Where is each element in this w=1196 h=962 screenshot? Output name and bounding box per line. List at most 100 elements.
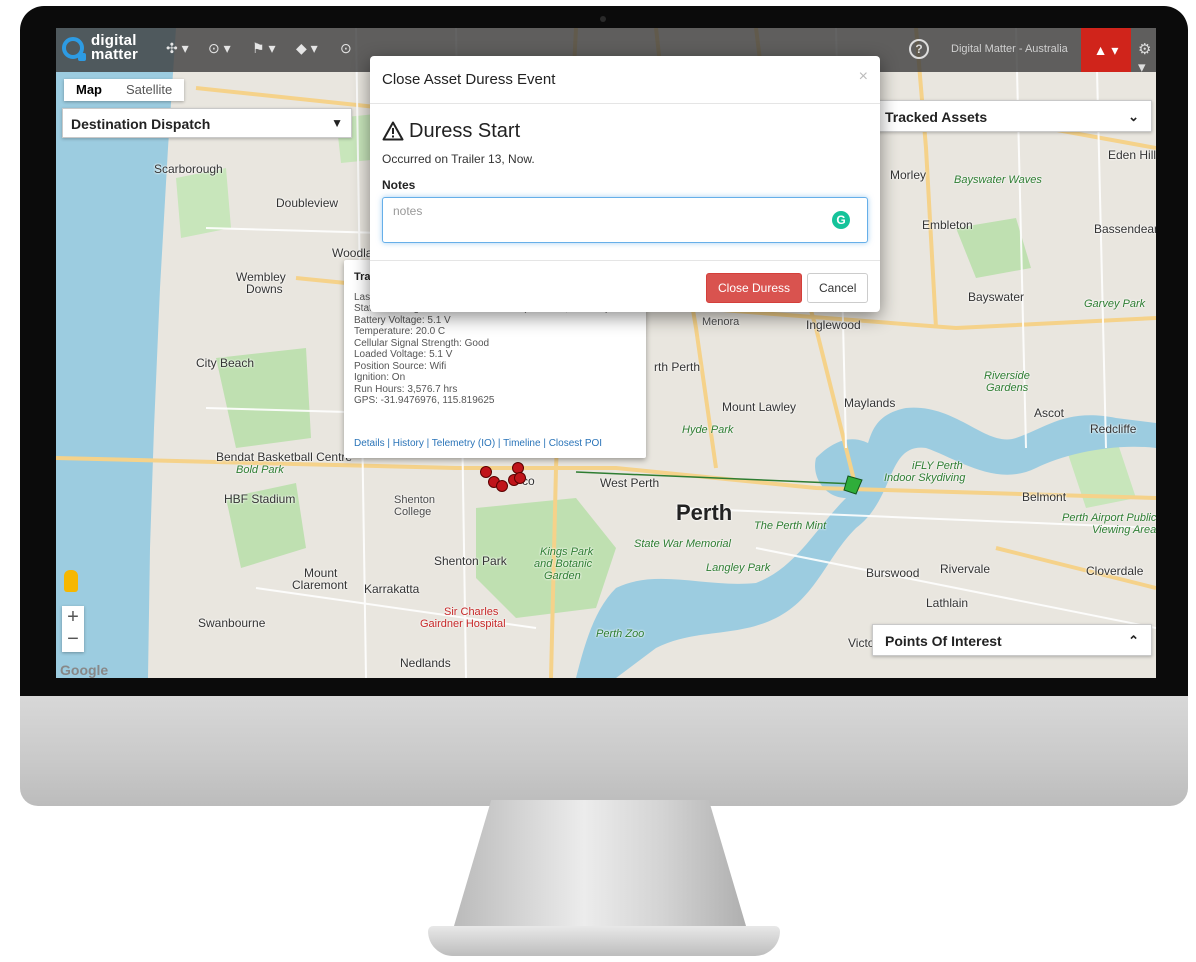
info-signal: Cellular Signal Strength: Good [354, 337, 490, 349]
map-label: Redcliffe [1090, 422, 1137, 436]
map-label: Bayswater Waves [954, 174, 1042, 186]
chevron-up-icon: ⌃ [1128, 633, 1139, 648]
target-icon[interactable]: ⊙ [340, 40, 352, 57]
notes-label: Notes [382, 178, 416, 192]
logo-line-2: matter [91, 46, 139, 63]
duress-heading: Duress Start [382, 116, 868, 146]
zoom-out-button[interactable]: − [62, 628, 84, 650]
map-label: West Perth [600, 476, 660, 490]
map-label: Perth [676, 500, 733, 525]
monitor-chin [20, 696, 1188, 806]
modal-header: Close Asset Duress Event × [370, 56, 880, 104]
map-label: Garden [544, 570, 581, 582]
info-temperature: Temperature: 20.0 C [354, 326, 446, 337]
info-loaded-voltage: Loaded Voltage: 5.1 V [354, 349, 453, 360]
asset-marker[interactable] [514, 472, 526, 484]
map-label: Lathlain [926, 596, 969, 610]
modal-footer: Close Duress Cancel [370, 260, 880, 312]
flag-menu-icon[interactable]: ⚑ ▾ [252, 40, 275, 57]
map-label: Morley [890, 168, 927, 182]
digital-matter-logo[interactable]: digital matter [62, 33, 139, 63]
map-label: Viewing Area [1092, 524, 1156, 536]
map-type-map-button[interactable]: Map [64, 79, 114, 101]
map-label: Perth Airport Public [1062, 512, 1156, 524]
dispatch-label: Destination Dispatch [71, 116, 211, 132]
map-label: and Botanic [534, 558, 593, 570]
map-label: City Beach [196, 356, 255, 370]
tracked-assets-label: Tracked Assets [885, 109, 988, 125]
map-label: Gairdner Hospital [420, 618, 506, 630]
map-label: HBF Stadium [224, 492, 296, 506]
zoom-in-button[interactable]: + [62, 606, 84, 628]
logo-mark-icon [62, 37, 86, 61]
google-logo: Google [60, 662, 109, 678]
map-label: Maylands [844, 396, 896, 410]
tag-menu-icon[interactable]: ◆ ▾ [296, 40, 318, 57]
map-label: Woodla [332, 246, 373, 260]
notes-field-wrapper: G [382, 197, 868, 243]
map-label: Downs [246, 282, 283, 296]
monitor-base [428, 926, 780, 956]
map-label: Belmont [1022, 490, 1067, 504]
chevron-down-icon: ⌄ [1128, 109, 1139, 124]
help-icon[interactable]: ? [909, 39, 929, 59]
move-menu-icon[interactable]: ✣ ▾ [166, 40, 189, 57]
map-label: Perth Zoo [596, 628, 645, 640]
map-label: Menora [702, 316, 740, 328]
alarm-bell-button[interactable]: ▲ ▾ [1081, 28, 1131, 72]
info-run-hours: Run Hours: 3,576.7 hrs [354, 383, 458, 395]
close-duress-modal: Close Asset Duress Event × Duress Start … [370, 56, 880, 312]
map-label: Bold Park [236, 464, 284, 476]
organisation-name[interactable]: Digital Matter - Australia [951, 43, 1068, 55]
info-links[interactable]: Details | History | Telemetry (IO) | Tim… [354, 438, 602, 450]
chevron-down-icon: ▼ [331, 116, 343, 130]
map-label: Bayswater [968, 290, 1025, 304]
modal-title: Close Asset Duress Event [382, 71, 556, 88]
asset-marker[interactable] [496, 480, 508, 492]
monitor-stand [452, 800, 748, 930]
map-label: Rivervale [940, 562, 991, 576]
map-label: Doubleview [276, 196, 339, 210]
map-label: Ascot [1034, 406, 1065, 420]
map-label: Karrakatta [364, 582, 420, 596]
map-label: Embleton [922, 218, 973, 232]
duress-heading-text: Duress Start [409, 119, 521, 142]
street-view-pegman-icon[interactable] [64, 570, 78, 592]
map-type-satellite-button[interactable]: Satellite [114, 79, 184, 101]
tracked-assets-panel[interactable]: Tracked Assets ⌄ [872, 100, 1152, 132]
map-label: Eden Hill [1108, 148, 1156, 162]
cancel-button[interactable]: Cancel [807, 273, 869, 303]
map-label: Garvey Park [1084, 298, 1146, 310]
zoom-control: + − [62, 606, 84, 652]
info-battery: Battery Voltage: 5.1 V [354, 314, 451, 326]
info-position-source: Position Source: Wifi [354, 360, 447, 372]
map-label: iFLY Perth [912, 460, 963, 472]
points-of-interest-panel[interactable]: Points Of Interest ⌃ [872, 624, 1152, 656]
grammarly-icon[interactable]: G [832, 211, 850, 229]
map-label: Bassendean [1094, 222, 1156, 236]
warning-icon [382, 121, 404, 141]
map-label: College [394, 506, 432, 518]
modal-body: Duress Start Occurred on Trailer 13, Now… [370, 104, 880, 243]
clock-menu-icon[interactable]: ⊙ ▾ [208, 40, 231, 57]
occurred-text: Occurred on Trailer 13, Now. [382, 152, 535, 166]
map-label: Indoor Skydiving [884, 472, 966, 484]
imac-monitor: Scarborough Doubleview Wembley Downs Woo… [20, 6, 1188, 806]
destination-dispatch-dropdown[interactable]: Destination Dispatch ▼ [62, 108, 352, 138]
close-duress-button[interactable]: Close Duress [706, 273, 803, 303]
poi-label: Points Of Interest [885, 633, 1002, 649]
map-label: Burswood [866, 566, 920, 580]
map-label: Langley Park [706, 562, 771, 574]
close-icon[interactable]: × [859, 68, 868, 86]
map-type-control: Map Satellite [64, 79, 185, 101]
gear-icon[interactable]: ⚙ ▾ [1138, 40, 1156, 76]
map-label: Claremont [292, 578, 348, 592]
map-label: Bendat Basketball Centre [216, 450, 353, 464]
map-label: Kings Park [540, 546, 594, 558]
map-label: Gardens [986, 382, 1029, 394]
notes-input[interactable] [382, 197, 868, 243]
map-label: Riverside [984, 370, 1030, 382]
map-label: Shenton Park [434, 554, 507, 568]
map-label: Cloverdale [1086, 564, 1144, 578]
screen: Scarborough Doubleview Wembley Downs Woo… [56, 28, 1156, 678]
